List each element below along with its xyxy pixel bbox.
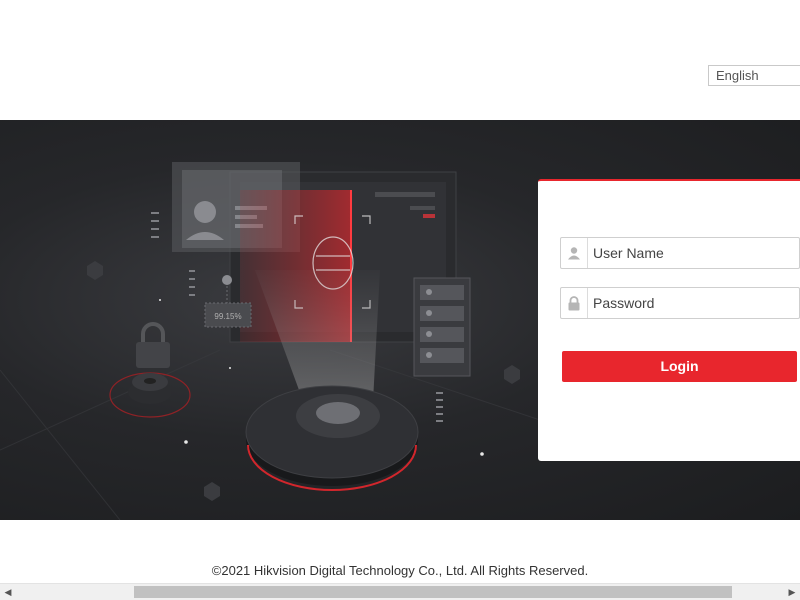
horizontal-scrollbar[interactable]: ◀ ▶ [0, 583, 800, 600]
password-field[interactable] [560, 287, 800, 319]
face-recognition-illustration: 99.15% [0, 162, 540, 520]
scroll-left-arrow-icon[interactable]: ◀ [0, 584, 16, 600]
scroll-right-arrow-icon[interactable]: ▶ [784, 584, 800, 600]
top-bar: English [0, 0, 800, 120]
login-button[interactable]: Login [562, 351, 797, 382]
login-panel: Login [538, 179, 800, 461]
username-input[interactable] [593, 238, 793, 268]
copyright-text: ©2021 Hikvision Digital Technology Co., … [211, 563, 589, 578]
match-score-label: 99.15% [214, 312, 241, 321]
language-select[interactable]: English [708, 65, 800, 86]
user-icon [561, 238, 588, 268]
username-field[interactable] [560, 237, 800, 269]
scrollbar-thumb[interactable] [134, 586, 732, 598]
password-input[interactable] [593, 288, 793, 318]
hero-banner: 99.15% User Name Login [0, 120, 800, 520]
lock-icon [561, 288, 588, 318]
